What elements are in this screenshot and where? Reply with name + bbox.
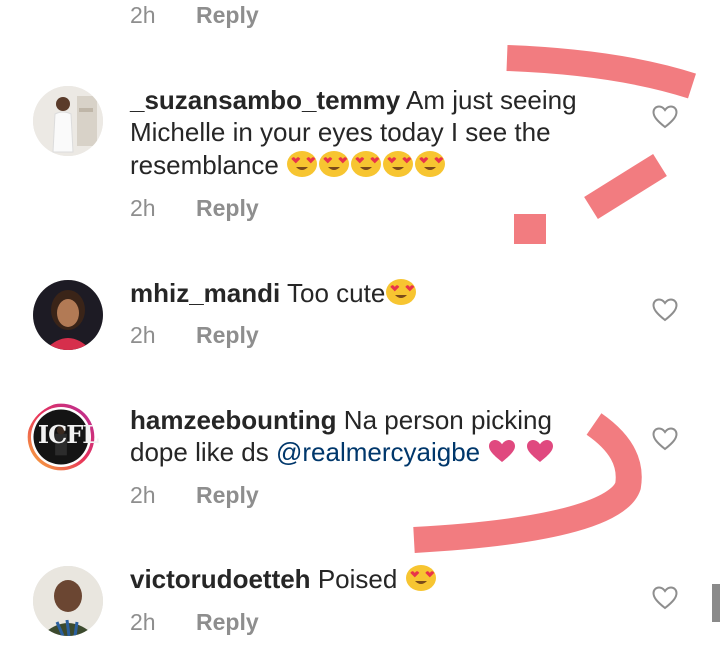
like-heart-icon[interactable] [652, 105, 678, 129]
scrollbar[interactable] [712, 584, 720, 622]
comment-meta: 2h Reply [130, 481, 259, 509]
reply-button[interactable]: Reply [196, 195, 259, 221]
comment-meta: 2h Reply [130, 608, 259, 636]
comment-text: hamzeebounting Na person picking dope li… [130, 404, 610, 468]
comment-body: Am just seeing [406, 85, 577, 115]
comment-time: 2h [130, 609, 156, 635]
reply-button[interactable]: Reply [196, 2, 259, 28]
reply-button[interactable]: Reply [196, 482, 259, 508]
comment-body: Michelle in your eyes today I see the [130, 117, 551, 147]
comment-username[interactable]: _suzansambo_temmy [130, 85, 400, 115]
comment-username[interactable]: mhiz_mandi [130, 278, 280, 308]
reply-button[interactable]: Reply [196, 322, 259, 348]
comment-time: 2h [130, 195, 156, 221]
avatar[interactable] [33, 86, 103, 156]
comment-body: resemblance [130, 150, 279, 180]
comment-meta-top: 2h Reply [130, 1, 259, 29]
comment-body: dope like ds [130, 437, 269, 467]
reply-button[interactable]: Reply [196, 609, 259, 635]
comment-time: 2h [130, 2, 156, 28]
comment-username[interactable]: victorudoetteh [130, 564, 311, 594]
heart-eyes-emoji [286, 148, 318, 178]
heart-eyes-emoji [405, 562, 437, 592]
comment-text: mhiz_mandi Too cute [130, 276, 610, 309]
annotation-stroke [506, 45, 696, 99]
heart-eyes-emoji [382, 148, 414, 178]
comment-username[interactable]: hamzeebounting [130, 405, 337, 435]
comment-time: 2h [130, 482, 156, 508]
avatar[interactable] [33, 280, 103, 350]
red-heart-emoji [487, 438, 517, 464]
comment-body: Poised [317, 564, 398, 594]
comment-text: _suzansambo_temmy Am just seeing Michell… [130, 84, 610, 181]
emoji-group [286, 150, 446, 180]
like-heart-icon[interactable] [652, 586, 678, 610]
heart-eyes-emoji [385, 276, 417, 306]
comment-time: 2h [130, 322, 156, 348]
annotation-mark [514, 214, 546, 244]
mention-link[interactable]: @realmercyaigbe [276, 437, 480, 467]
comment-meta: 2h Reply [130, 321, 259, 349]
heart-eyes-emoji [414, 148, 446, 178]
comment-body: Na person picking [343, 405, 552, 435]
comment-meta: 2h Reply [130, 194, 259, 222]
avatar-logo-text: ICFL [37, 420, 99, 449]
heart-eyes-emoji [350, 148, 382, 178]
heart-eyes-emoji [318, 148, 350, 178]
like-heart-icon[interactable] [652, 298, 678, 322]
like-heart-icon[interactable] [652, 427, 678, 451]
comment-body: Too cute [287, 278, 386, 308]
avatar[interactable] [33, 566, 103, 636]
comment-text: victorudoetteh Poised [130, 562, 610, 595]
red-heart-emoji [525, 438, 555, 464]
